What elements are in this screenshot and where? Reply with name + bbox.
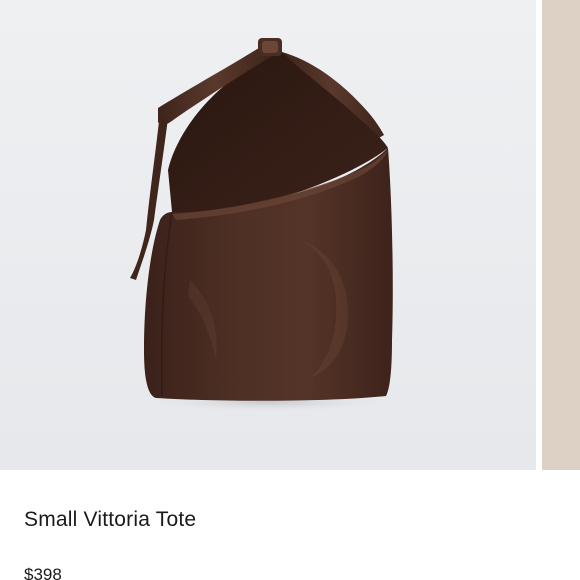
product-page: Small Vittoria Tote $398 bbox=[0, 0, 580, 580]
product-image bbox=[130, 38, 398, 412]
product-title[interactable]: Small Vittoria Tote bbox=[24, 508, 196, 532]
next-product-image-slide[interactable] bbox=[542, 0, 580, 470]
product-price: $398 bbox=[24, 565, 62, 580]
product-image-carousel[interactable] bbox=[0, 0, 580, 470]
product-image-slide[interactable] bbox=[0, 0, 536, 470]
